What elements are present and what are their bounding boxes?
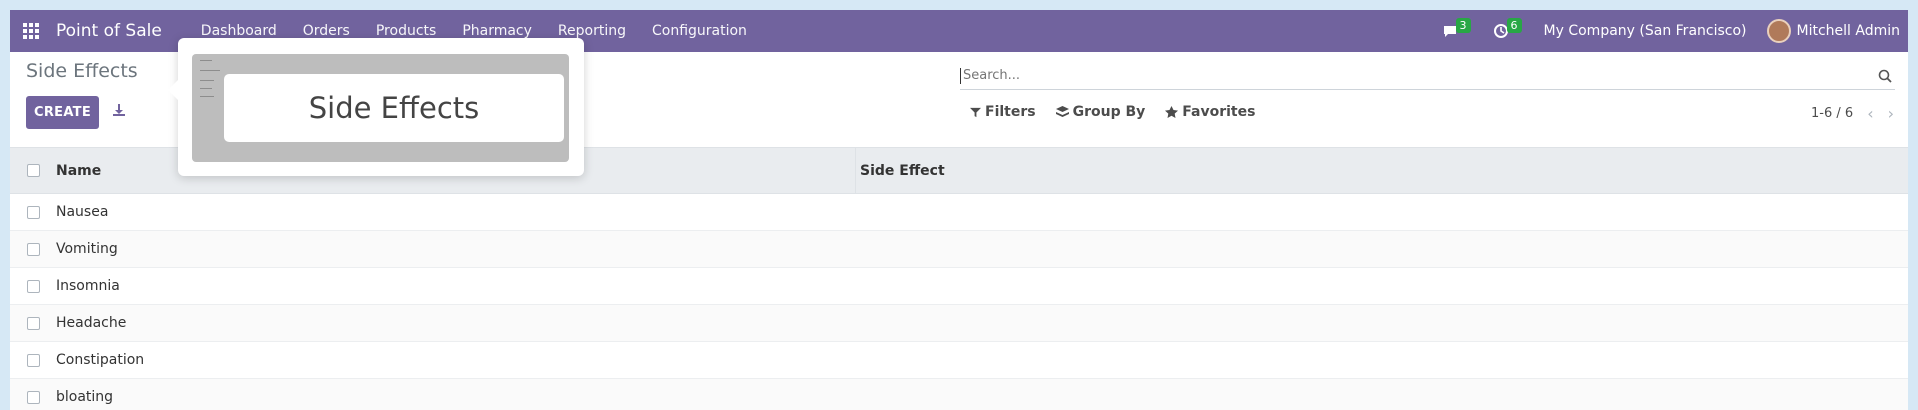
- row-name: bloating: [56, 389, 114, 405]
- company-switcher[interactable]: My Company (San Francisco): [1544, 23, 1747, 39]
- search-icon[interactable]: [1877, 68, 1893, 84]
- favorites-button[interactable]: Favorites: [1165, 104, 1255, 120]
- star-icon: [1165, 106, 1179, 118]
- row-name: Insomnia: [56, 278, 120, 294]
- activities-badge: 6: [1506, 17, 1522, 33]
- messages-badge: 3: [1455, 17, 1471, 33]
- filter-icon: [970, 107, 981, 117]
- download-icon[interactable]: [111, 102, 127, 118]
- row-name: Headache: [56, 315, 127, 331]
- row-name: Constipation: [56, 352, 145, 368]
- filters-button[interactable]: Filters: [970, 104, 1036, 120]
- table-row[interactable]: Nausea: [10, 194, 1908, 231]
- app-window: Point of Sale Dashboard Orders Products …: [10, 10, 1908, 410]
- create-button[interactable]: CREATE: [26, 96, 99, 129]
- search-input[interactable]: [960, 67, 1877, 84]
- chevron-left-icon[interactable]: ‹: [1867, 104, 1873, 123]
- row-checkbox[interactable]: [26, 316, 40, 330]
- table-row[interactable]: Vomiting: [10, 231, 1908, 268]
- row-checkbox[interactable]: [26, 205, 40, 219]
- messages-button[interactable]: 3: [1442, 17, 1473, 39]
- column-header-side-effect[interactable]: Side Effect: [856, 163, 945, 179]
- activities-button[interactable]: 6: [1493, 17, 1524, 39]
- chevron-right-icon[interactable]: ›: [1888, 104, 1894, 123]
- table-row[interactable]: Insomnia: [10, 268, 1908, 305]
- tooltip-title: Side Effects: [224, 74, 564, 142]
- user-menu[interactable]: Mitchell Admin: [1766, 19, 1901, 43]
- select-all-checkbox[interactable]: [26, 164, 40, 177]
- breadcrumb-preview-tooltip: Side Effects: [168, 38, 584, 176]
- row-checkbox[interactable]: [26, 242, 40, 256]
- tooltip-arrow: [168, 80, 178, 100]
- row-checkbox[interactable]: [26, 353, 40, 367]
- app-brand[interactable]: Point of Sale: [56, 21, 162, 41]
- table-body: Nausea Vomiting Insomnia Headache Consti…: [10, 194, 1908, 410]
- search-options: Filters Group By Favorites: [970, 104, 1255, 120]
- column-name-label: Name: [56, 162, 102, 179]
- filters-label: Filters: [985, 104, 1036, 120]
- column-side-effect-label: Side Effect: [860, 162, 945, 179]
- row-checkbox[interactable]: [26, 390, 40, 404]
- table-row[interactable]: bloating: [10, 379, 1908, 410]
- menu-item-configuration[interactable]: Configuration: [639, 10, 760, 52]
- group-by-button[interactable]: Group By: [1055, 104, 1146, 120]
- row-name: Vomiting: [56, 241, 118, 257]
- row-checkbox[interactable]: [26, 279, 40, 293]
- avatar: [1766, 19, 1791, 43]
- search-bar: [960, 62, 1895, 90]
- table-row[interactable]: Headache: [10, 305, 1908, 342]
- row-name: Nausea: [56, 204, 109, 220]
- group-by-label: Group By: [1072, 104, 1146, 120]
- layers-icon: [1055, 106, 1069, 117]
- user-name: Mitchell Admin: [1796, 23, 1901, 39]
- apps-menu-icon[interactable]: [10, 10, 52, 52]
- breadcrumb: Side Effects: [26, 60, 138, 82]
- table-row[interactable]: Constipation: [10, 342, 1908, 379]
- favorites-label: Favorites: [1182, 104, 1256, 120]
- pager-value[interactable]: 1-6 / 6: [1811, 106, 1853, 121]
- list-view: Name Side Effect Nausea Vomiting Insomni…: [10, 147, 1908, 410]
- pager: 1-6 / 6 ‹ ›: [1811, 104, 1894, 123]
- page-thumbnail: Side Effects: [192, 54, 569, 162]
